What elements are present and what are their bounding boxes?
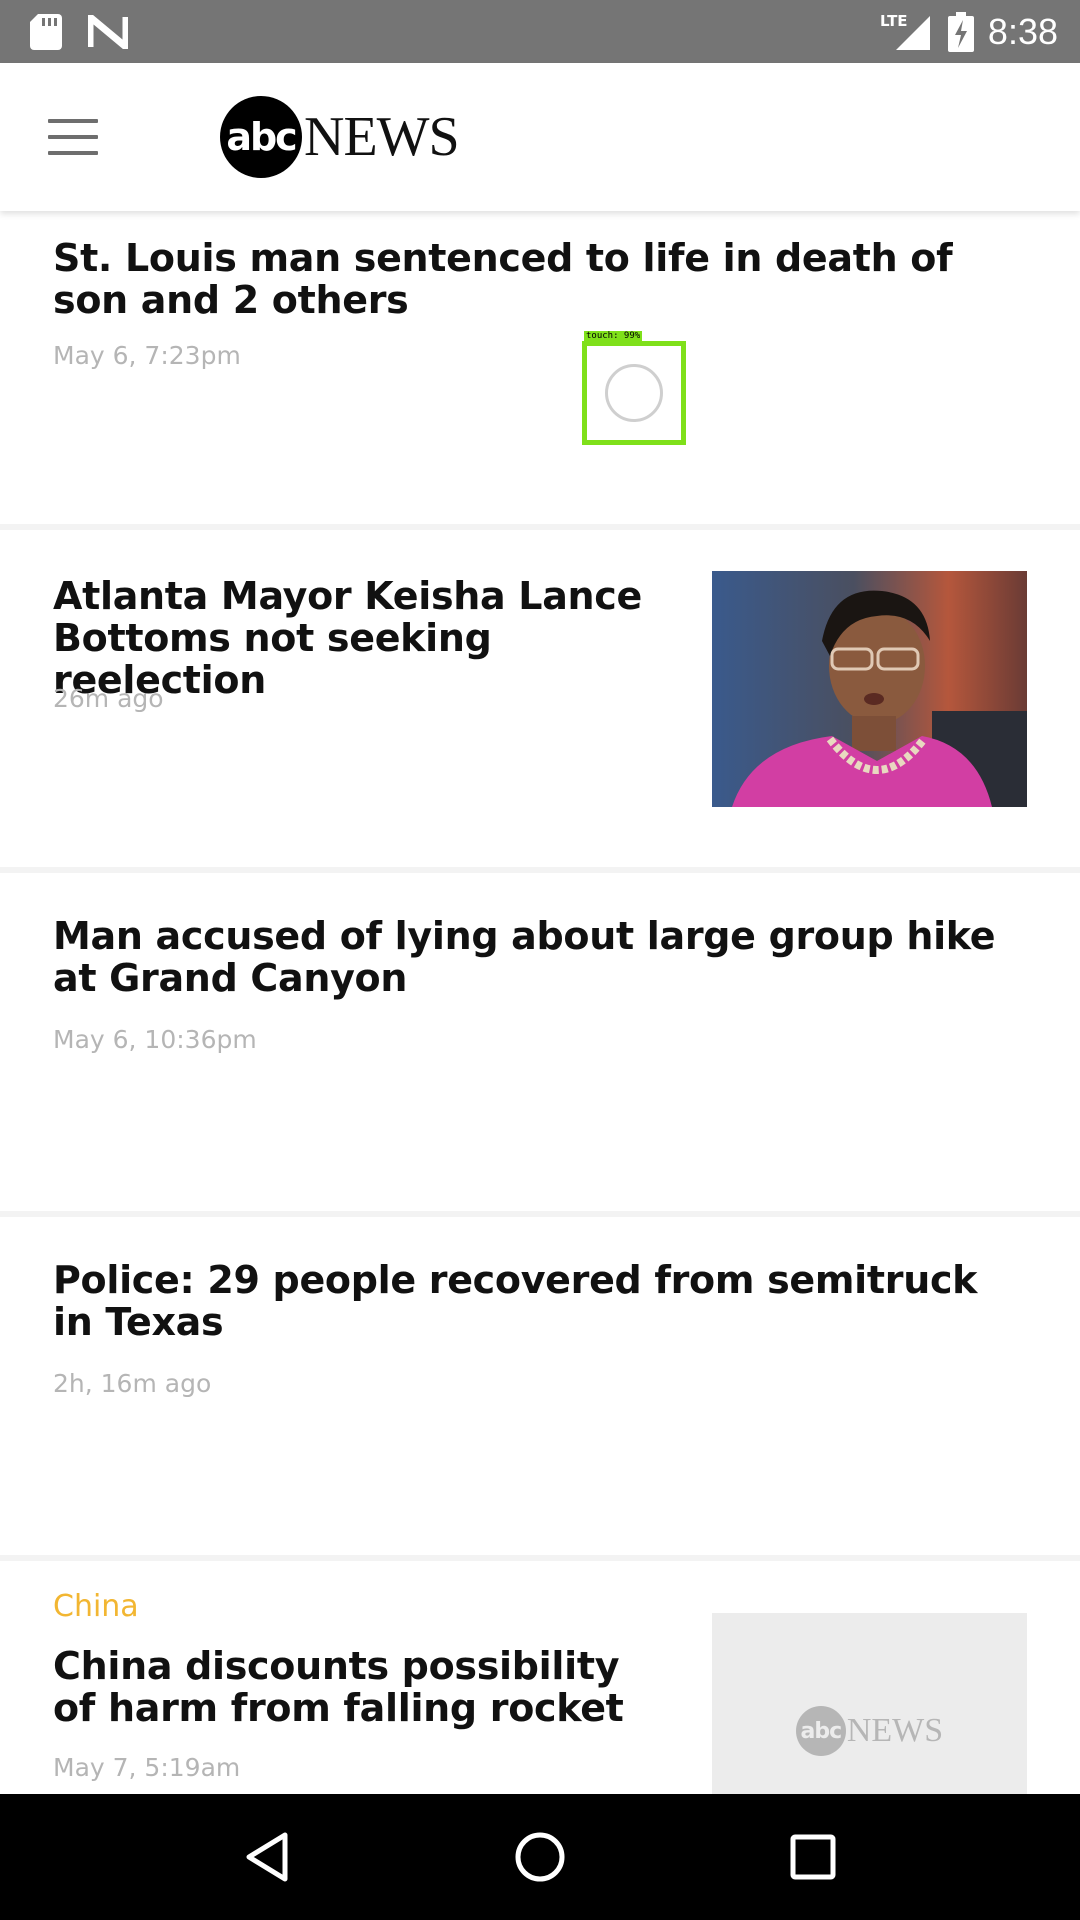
article-headline[interactable]: Man accused of lying about large group h…	[53, 915, 1013, 999]
battery-charging-icon	[947, 11, 974, 52]
article-thumbnail[interactable]	[712, 571, 1027, 807]
article-headline[interactable]: Atlanta Mayor Keisha Lance Bottoms not s…	[53, 575, 663, 701]
article-card[interactable]: China China discounts possibility of har…	[0, 1561, 1080, 1794]
article-timestamp: 26m ago	[53, 684, 164, 713]
system-nav-bar	[0, 1794, 1080, 1920]
touch-indicator	[582, 341, 686, 445]
article-timestamp: May 7, 5:19am	[53, 1753, 241, 1782]
clock: 8:38	[987, 10, 1058, 52]
article-card[interactable]: St. Louis man sentenced to life in death…	[0, 211, 1080, 524]
app-header: abc NEWS	[0, 63, 1080, 211]
lte-signal-icon: LTE	[880, 12, 934, 52]
touch-indicator-label: touch: 99%	[584, 331, 643, 341]
status-bar: LTE 8:38	[0, 0, 1080, 63]
article-card[interactable]: Police: 29 people recovered from semitru…	[0, 1217, 1080, 1555]
logo-text: NEWS	[304, 106, 460, 168]
placeholder-logo: abc NEWS	[795, 1706, 944, 1756]
home-icon[interactable]	[495, 1812, 585, 1902]
sd-card-icon	[30, 13, 62, 50]
article-headline[interactable]: Police: 29 people recovered from semitru…	[53, 1259, 1013, 1343]
svg-text:LTE: LTE	[880, 12, 908, 30]
n-app-icon	[88, 14, 128, 49]
touch-ring	[605, 364, 663, 422]
article-category[interactable]: China	[53, 1589, 139, 1624]
article-timestamp: 2h, 16m ago	[53, 1369, 212, 1398]
logo-mark: abc	[220, 96, 302, 178]
back-icon[interactable]	[222, 1812, 312, 1902]
placeholder-logo-text: NEWS	[846, 1712, 944, 1749]
article-timestamp: May 6, 10:36pm	[53, 1025, 257, 1054]
article-headline[interactable]: China discounts possibility of harm from…	[53, 1645, 663, 1729]
news-feed[interactable]: St. Louis man sentenced to life in death…	[0, 211, 1080, 1794]
abc-news-logo: abc NEWS	[220, 96, 460, 178]
article-thumbnail-placeholder[interactable]: abc NEWS	[712, 1613, 1027, 1794]
article-headline[interactable]: St. Louis man sentenced to life in death…	[53, 237, 1013, 321]
article-card[interactable]: Atlanta Mayor Keisha Lance Bottoms not s…	[0, 530, 1080, 867]
placeholder-logo-mark: abc	[795, 1706, 846, 1756]
hamburger-menu-icon[interactable]	[34, 107, 112, 167]
article-card[interactable]: Man accused of lying about large group h…	[0, 873, 1080, 1211]
article-timestamp: May 6, 7:23pm	[53, 341, 241, 370]
recents-icon[interactable]	[768, 1812, 858, 1902]
